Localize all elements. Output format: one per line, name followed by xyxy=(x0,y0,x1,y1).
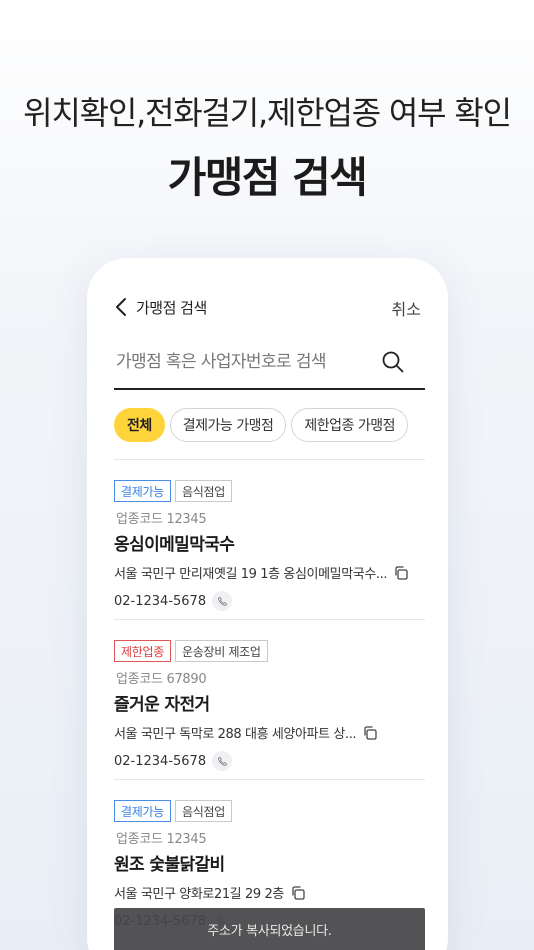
phone-icon xyxy=(217,756,227,766)
search-icon[interactable] xyxy=(381,350,405,374)
filter-chip-restricted[interactable]: 제한업종 가맹점 xyxy=(291,408,409,442)
divider xyxy=(114,779,425,780)
back-icon[interactable] xyxy=(114,296,130,318)
filter-chips: 전체 결제가능 가맹점 제한업종 가맹점 xyxy=(114,408,428,442)
call-button[interactable] xyxy=(212,591,233,611)
copy-icon[interactable] xyxy=(393,565,409,581)
filter-chip-payable[interactable]: 결제가능 가맹점 xyxy=(169,408,287,442)
divider xyxy=(114,459,425,460)
store-name: 원조 숯불닭갈비 xyxy=(114,855,225,875)
store-tel: 02-1234-5678 xyxy=(114,593,207,609)
copy-icon[interactable] xyxy=(362,725,378,741)
store-code: 업종코드 12345 xyxy=(116,512,207,527)
page-title: 가맹점 검색 xyxy=(136,299,207,317)
search-bar xyxy=(114,342,425,390)
category-badge: 운송장비 제조업 xyxy=(174,640,268,662)
call-button[interactable] xyxy=(212,751,233,771)
category-badge: 음식점업 xyxy=(174,800,232,822)
store-tel: 02-1234-5678 xyxy=(114,753,207,769)
copy-icon[interactable] xyxy=(290,885,306,901)
status-badge: 결제가능 xyxy=(114,480,171,502)
cancel-button[interactable]: 취소 xyxy=(392,296,421,320)
search-input[interactable] xyxy=(114,342,364,382)
store-code: 업종코드 12345 xyxy=(116,832,207,847)
status-badge: 결제가능 xyxy=(114,800,171,822)
filter-chip-all[interactable]: 전체 xyxy=(114,408,165,442)
phone-icon xyxy=(217,596,227,606)
store-item[interactable]: 결제가능 음식점업 업종코드 12345 옹심이메밀막국수 서울 국민구 만리재… xyxy=(114,480,425,611)
top-bar: 가맹점 검색 취소 xyxy=(114,294,421,320)
store-item[interactable]: 제한업종 운송장비 제조업 업종코드 67890 즐거운 자전거 서울 국민구 … xyxy=(114,640,425,771)
store-name: 즐거운 자전거 xyxy=(114,695,210,715)
hero-title: 가맹점 검색 xyxy=(167,153,368,202)
store-address: 서울 국민구 만리재옛길 19 1층 옹심이메밀막국수... xyxy=(114,567,388,582)
store-address: 서울 국민구 독막로 288 대흥 세양아파트 상... xyxy=(114,727,357,742)
divider xyxy=(114,619,425,620)
hero-subtitle: 위치확인,전화걸기,제한업종 여부 확인 xyxy=(23,94,512,132)
phone-frame: 가맹점 검색 취소 전체 결제가능 가맹점 제한업종 가맹점 결제가능 음식점업… xyxy=(87,258,448,950)
status-badge: 제한업종 xyxy=(114,640,171,662)
store-code: 업종코드 67890 xyxy=(116,672,207,687)
category-badge: 음식점업 xyxy=(174,480,232,502)
store-address: 서울 국민구 양화로21길 29 2층 xyxy=(114,887,284,902)
toast-message: 주소가 복사되었습니다. xyxy=(114,908,425,950)
store-name: 옹심이메밀막국수 xyxy=(114,535,235,555)
